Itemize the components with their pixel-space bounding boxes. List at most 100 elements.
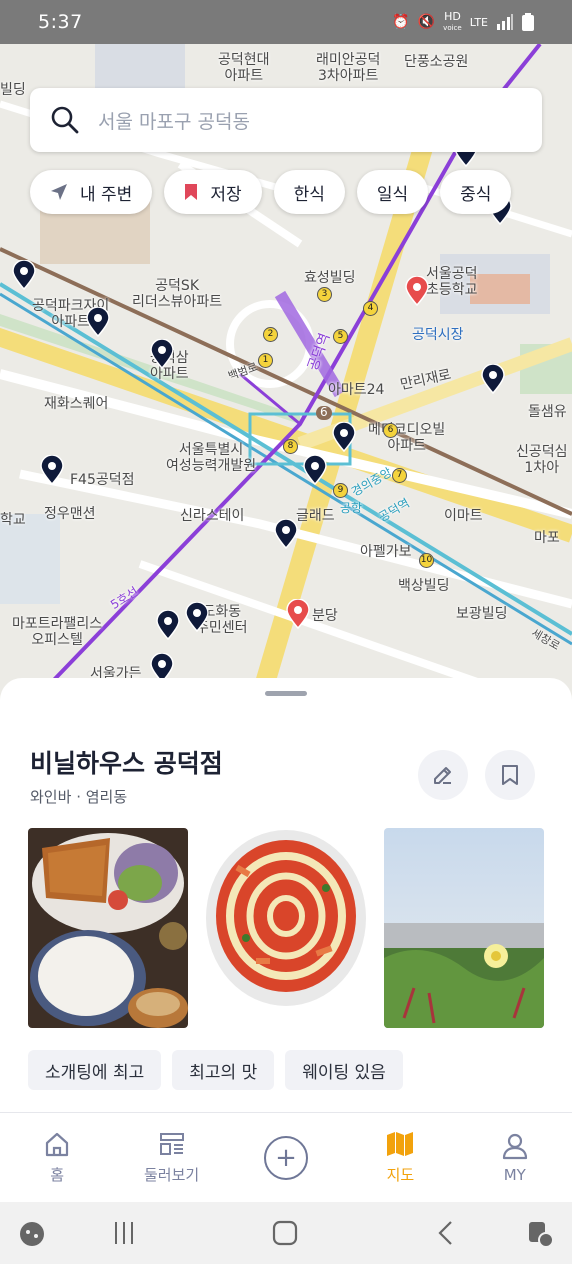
tag-chip[interactable]: 최고의 맛 [172, 1050, 275, 1090]
place-title: 비닐하우스 공덕점 [30, 749, 223, 778]
map-label: 백상빌딩 [398, 578, 450, 594]
subway-exit-badge: 6 [383, 423, 398, 438]
game-launcher-icon[interactable] [18, 1220, 46, 1248]
chip-nearby[interactable]: 내 주변 [30, 170, 153, 214]
subway-exit-badge: 10 [419, 553, 434, 568]
map-label: 아마트24 [328, 382, 385, 398]
search-bar[interactable]: 서울 마포구 공덕동 [30, 88, 542, 152]
nav-label: 홈 [50, 1166, 65, 1184]
map-label: 공덕SK 리더스뷰아파트 [132, 278, 223, 311]
map-pin[interactable] [480, 363, 506, 395]
place-category: 와인바 [30, 788, 72, 806]
back-icon[interactable] [436, 1220, 456, 1246]
map-label: 서울공덕 초등학교 [426, 266, 478, 299]
subway-exit-badge: 9 [333, 483, 348, 498]
alarm-icon: ⏰ [392, 14, 410, 30]
status-bar: 5:37 ⏰ 🔇 HD voice LTE [0, 0, 572, 44]
edit-button[interactable] [418, 750, 468, 800]
photo-tteokbokki[interactable] [206, 828, 366, 1028]
hd-voice-icon: HD voice [443, 9, 462, 32]
accessibility-icon[interactable] [526, 1220, 554, 1248]
chip-label: 한식 [293, 184, 325, 205]
map-label: 공덕현대 아파트 [218, 52, 270, 85]
chip-saved[interactable]: 저장 [164, 170, 262, 214]
map-label: 공덕시장 [412, 327, 464, 343]
bookmark-button[interactable] [485, 750, 535, 800]
map-label: 효성빌딩 [304, 270, 356, 286]
map-label: 공항 [340, 501, 363, 515]
map-pin-selected[interactable] [285, 598, 311, 630]
map-label: F45공덕점 [70, 472, 135, 488]
subway-exit-badge: 8 [283, 439, 298, 454]
separator: · [76, 788, 81, 806]
map-label: 돌샘유 [528, 404, 567, 420]
map-pin[interactable] [331, 421, 357, 453]
nav-add[interactable]: + [229, 1113, 343, 1202]
tag-chip[interactable]: 소개팅에 최고 [28, 1050, 162, 1090]
chip-japanese[interactable]: 일식 [356, 170, 429, 214]
chip-chinese[interactable]: 중식 [440, 170, 512, 214]
browse-icon [159, 1133, 184, 1155]
nav-map[interactable]: 지도 [343, 1113, 457, 1202]
nav-label: 지도 [386, 1166, 415, 1184]
photo-strip[interactable] [28, 828, 544, 1028]
lte-icon: LTE [469, 15, 488, 29]
map-label: 정우맨션 [44, 506, 96, 522]
home-button-icon[interactable] [272, 1220, 298, 1246]
tag-chip[interactable]: 웨이팅 있음 [285, 1050, 403, 1090]
map-icon [387, 1132, 414, 1156]
place-sheet[interactable]: 비닐하우스 공덕점 와인바 · 염리동 소개팅에 최고 최고의 맛 웨이팅 있음 [0, 678, 572, 1112]
subway-exit-badge: 3 [317, 287, 332, 302]
map-pin[interactable] [302, 454, 328, 486]
map-label: 신공덕심 1차아 [516, 444, 568, 477]
place-tags: 소개팅에 최고 최고의 맛 웨이팅 있음 [28, 1050, 403, 1090]
map-label: 보광빌딩 [456, 606, 508, 622]
map-label: 학교 [0, 512, 26, 528]
bookmark-icon [185, 184, 198, 200]
nav-my[interactable]: MY [458, 1113, 572, 1202]
chip-label: 저장 [210, 184, 242, 205]
status-time: 5:37 [38, 11, 83, 33]
pencil-icon [434, 767, 451, 784]
user-icon [502, 1133, 527, 1159]
chip-label: 내 주변 [80, 184, 133, 205]
filter-chips: 내 주변 저장 한식 일식 중식 [30, 170, 512, 214]
subway-exit-badge: 5 [333, 329, 348, 344]
signal-icon [497, 14, 513, 30]
map-pin[interactable] [149, 338, 175, 370]
nav-home[interactable]: 홈 [0, 1113, 114, 1202]
battery-icon [522, 13, 534, 31]
map-label: 재화스퀘어 [44, 396, 109, 412]
nav-browse[interactable]: 둘러보기 [114, 1113, 228, 1202]
photo-flowers[interactable] [384, 828, 544, 1028]
bottom-nav: 홈 둘러보기 + 지도 MY [0, 1112, 572, 1202]
search-input[interactable]: 서울 마포구 공덕동 [98, 107, 250, 134]
subway-exit-badge: 1 [258, 353, 273, 368]
map-pin[interactable] [273, 518, 299, 550]
map-label: 분당 [312, 608, 338, 624]
map-pin-selected[interactable] [404, 275, 430, 307]
map-pin[interactable] [85, 306, 111, 338]
subway-exit-badge: 2 [263, 327, 278, 342]
chip-label: 중식 [460, 184, 492, 205]
nav-label: MY [503, 1165, 526, 1184]
sheet-handle[interactable] [265, 691, 307, 696]
map-label: 글래드 [296, 508, 335, 524]
map-label: 신라스테이 [180, 508, 245, 524]
location-arrow-icon [51, 184, 67, 200]
subway-exit-badge: 7 [392, 468, 407, 483]
status-icons: ⏰ 🔇 HD voice LTE [392, 9, 534, 33]
photo-tonkatsu[interactable] [28, 828, 188, 1028]
map-pin[interactable] [39, 454, 65, 486]
map-pin[interactable] [11, 259, 37, 291]
map-label: 빌딩 [0, 82, 26, 98]
map-label: 이마트 [444, 508, 483, 524]
plus-icon: + [263, 1135, 308, 1180]
chip-korean[interactable]: 한식 [273, 170, 345, 214]
place-area: 염리동 [85, 788, 128, 806]
map-label: 마포트라팰리스 오피스텔 [12, 616, 103, 649]
map-pin[interactable] [184, 601, 210, 633]
recents-icon[interactable] [112, 1220, 136, 1246]
map-label: 래미안공덕 3차아파트 [316, 52, 381, 85]
map-pin[interactable] [155, 609, 181, 641]
